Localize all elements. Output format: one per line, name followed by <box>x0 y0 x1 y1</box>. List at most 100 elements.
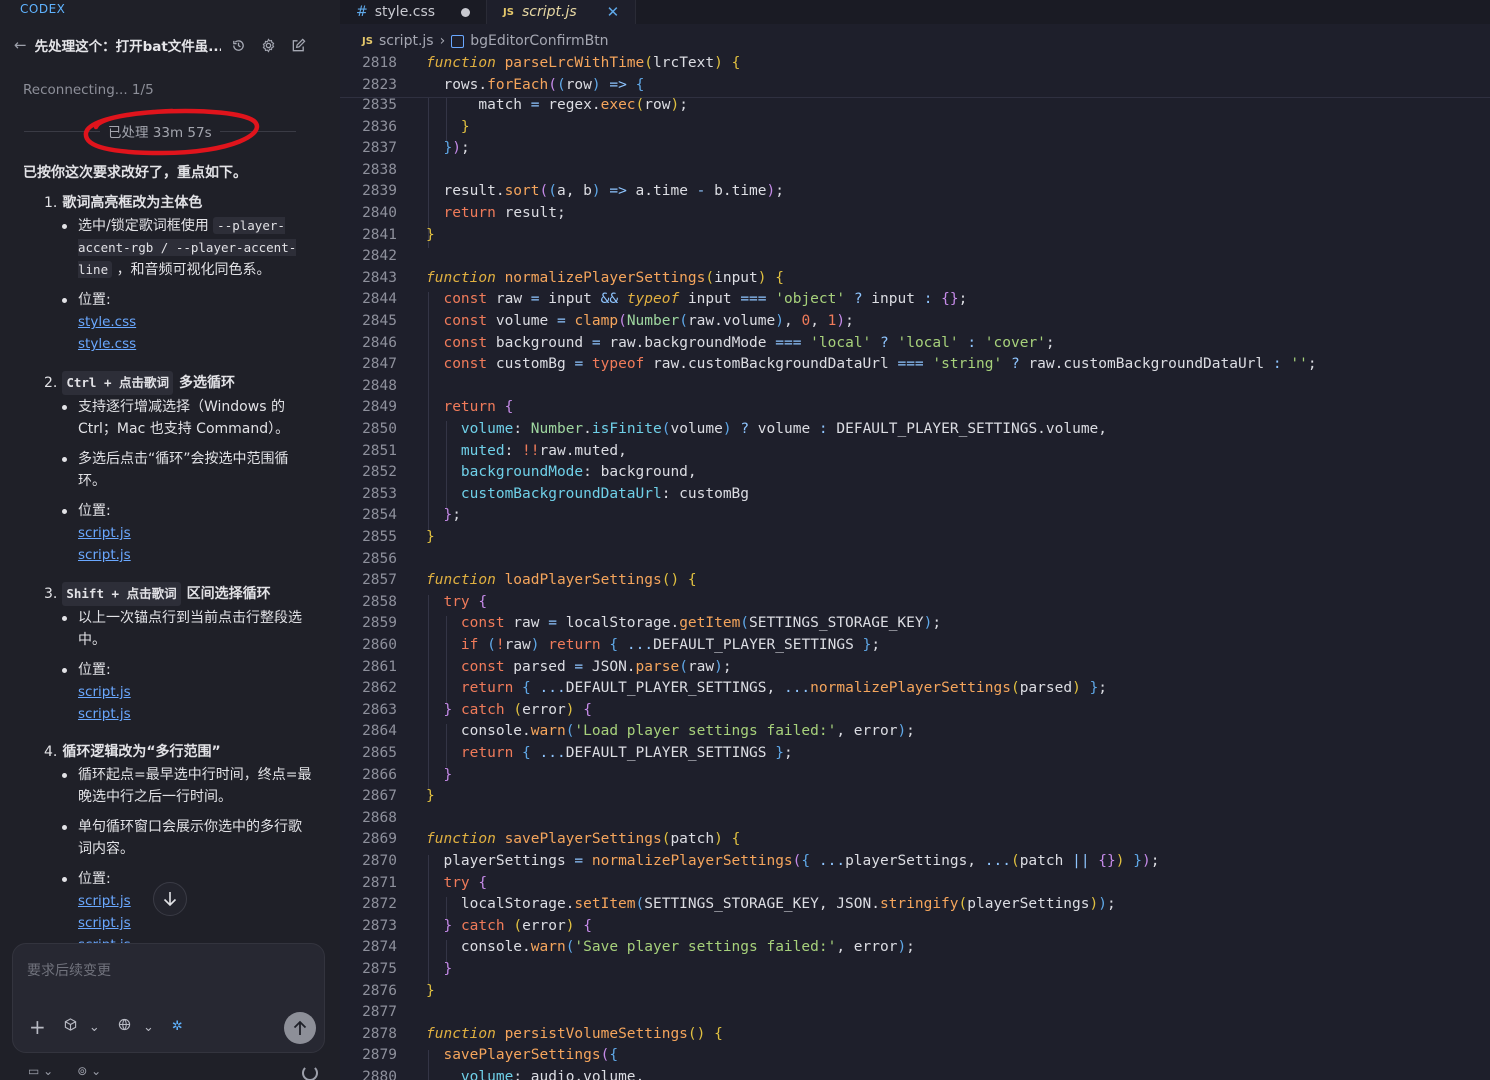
file-link[interactable]: script.js <box>23 703 313 725</box>
code-text[interactable]: } <box>426 225 435 247</box>
line-number: 2856 <box>362 550 397 567</box>
code-text[interactable]: function savePlayerSettings(patch) { <box>426 829 740 851</box>
code-line: 2861 const parsed = JSON.parse(raw); <box>340 657 1490 679</box>
bullet: 选中/锁定歌词框使用 --player-accent-rgb / --playe… <box>23 215 313 281</box>
file-link[interactable]: style.css <box>23 311 313 333</box>
settings-gear-icon[interactable] <box>261 37 277 53</box>
line-number: 2862 <box>362 680 397 697</box>
code-line: 2876} <box>340 981 1490 1003</box>
file-link[interactable]: script.js <box>23 681 313 703</box>
code-text[interactable]: backgroundMode: background, <box>426 462 697 484</box>
code-text[interactable]: } <box>426 786 435 808</box>
model-picker[interactable]: ⌄ <box>64 1018 100 1035</box>
send-button[interactable] <box>284 1012 316 1044</box>
code-text[interactable]: customBackgroundDataUrl: customBg <box>426 484 749 506</box>
history-icon[interactable] <box>231 37 247 53</box>
cube-icon <box>64 1018 76 1031</box>
code-text[interactable]: function parseLrcWithTime(lrcText) { <box>426 53 740 75</box>
code-text[interactable]: return result; <box>426 203 565 225</box>
code-text[interactable]: const raw = input && typeof input === 'o… <box>426 289 967 311</box>
code-text[interactable]: } <box>426 117 470 139</box>
code-text[interactable]: result.sort((a, b) => a.time - b.time); <box>426 181 784 203</box>
code-line: 2846 const background = raw.backgroundMo… <box>340 333 1490 355</box>
code-text[interactable]: function loadPlayerSettings() { <box>426 570 697 592</box>
code-editor: # style.css JS script.js ✕ JS script.js … <box>340 0 1490 1080</box>
line-number: 2849 <box>362 399 397 416</box>
code-text[interactable]: return { ...DEFAULT_PLAYER_SETTINGS, ...… <box>426 678 1107 700</box>
code-text[interactable]: } <box>426 527 435 549</box>
code-text[interactable]: const customBg = typeof raw.customBackgr… <box>426 354 1316 376</box>
file-link[interactable]: script.js <box>23 522 313 544</box>
code-text[interactable]: console.warn('Save player settings faile… <box>426 937 915 959</box>
code-text[interactable]: return { ...DEFAULT_PLAYER_SETTINGS }; <box>426 743 793 765</box>
code-text[interactable]: } catch (error) { <box>426 700 591 722</box>
file-link[interactable]: style.css <box>23 333 313 355</box>
code-text[interactable]: muted: !!raw.muted, <box>426 441 627 463</box>
code-text[interactable]: } <box>426 765 452 787</box>
network-picker[interactable]: ⌄ <box>118 1018 154 1035</box>
file-link[interactable]: script.js <box>23 544 313 566</box>
code-line: 2866 } <box>340 765 1490 787</box>
code-text[interactable]: function persistVolumeSettings() { <box>426 1024 723 1046</box>
code-text[interactable]: volume: Number.isFinite(volume) ? volume… <box>426 419 1107 441</box>
code-text[interactable]: return { <box>426 397 513 419</box>
line-number: 2867 <box>362 788 397 805</box>
code-text[interactable]: const background = raw.backgroundMode ==… <box>426 333 1054 355</box>
line-number: 2818 <box>362 55 397 71</box>
code-line: 2851 muted: !!raw.muted, <box>340 441 1490 463</box>
code-line: 2842 <box>340 246 1490 268</box>
sticky-scroll-header: 2818 function parseLrcWithTime(lrcText) {… <box>340 53 1490 98</box>
line-number: 2840 <box>362 205 397 221</box>
code-text[interactable]: const parsed = JSON.parse(raw); <box>426 657 732 679</box>
code-text[interactable]: if (!raw) return { ...DEFAULT_PLAYER_SET… <box>426 635 880 657</box>
code-line: 2858 try { <box>340 592 1490 614</box>
code-line: 2875 } <box>340 959 1490 981</box>
line-number: 2836 <box>362 118 397 135</box>
code-text[interactable]: playerSettings = normalizePlayerSettings… <box>426 851 1159 873</box>
footer-toolbar: ▭ ⌄ ⊚ ⌄ <box>28 1064 101 1078</box>
code-area[interactable]: 2835 match = regex.exec(row); 2836 } 283… <box>340 0 1490 1080</box>
back-arrow-icon[interactable]: ← <box>14 36 27 54</box>
code-text[interactable]: savePlayerSettings({ <box>426 1045 618 1067</box>
line-number: 2846 <box>362 334 397 351</box>
code-line: 2847 const customBg = typeof raw.customB… <box>340 354 1490 376</box>
laptop-icon[interactable]: ▭ ⌄ <box>28 1064 53 1078</box>
chevron-down-icon: ⌄ <box>142 1020 154 1035</box>
code-text[interactable]: }; <box>426 505 460 527</box>
code-text[interactable]: } catch (error) { <box>426 916 591 938</box>
line-number: 2837 <box>362 140 397 157</box>
sparkle-loading-icon[interactable]: ✲ <box>172 1019 183 1034</box>
code-text[interactable]: } <box>426 981 435 1003</box>
code-text[interactable]: const raw = localStorage.getItem(SETTING… <box>426 613 941 635</box>
code-text[interactable]: match = regex.exec(row); <box>426 95 688 117</box>
line-number: 2860 <box>362 637 397 653</box>
code-text[interactable]: } <box>426 959 452 981</box>
composer-input[interactable]: 要求后续变更 <box>27 960 111 980</box>
code-text[interactable]: volume: audio.volume, <box>426 1067 644 1080</box>
code-text[interactable]: try { <box>426 873 487 895</box>
code-text[interactable]: }); <box>426 138 469 160</box>
code-line: 2867} <box>340 786 1490 808</box>
code-line: 2864 console.warn('Load player settings … <box>340 721 1490 743</box>
bullet: 单句循环窗口会展示你选中的多行歌词内容。 <box>23 816 313 860</box>
code-text[interactable]: function normalizePlayerSettings(input) … <box>426 268 784 290</box>
code-text[interactable]: try { <box>426 592 487 614</box>
code-text[interactable]: const volume = clamp(Number(raw.volume),… <box>426 311 853 333</box>
code-text[interactable]: console.warn('Load player settings faile… <box>426 721 915 743</box>
item-title: 循环逻辑改为“多行范围” <box>62 744 221 760</box>
arrow-down-icon <box>163 892 177 907</box>
list-item-1: 1. 歌词高亮框改为主体色 选中/锁定歌词框使用 --player-accent-… <box>23 192 313 355</box>
code-line: 2839 result.sort((a, b) => a.time - b.ti… <box>340 181 1490 203</box>
branch-icon[interactable]: ⊚ ⌄ <box>77 1064 101 1078</box>
composer: 要求后续变更 + ⌄ ⌄ ✲ <box>12 943 325 1053</box>
line-number: 2866 <box>362 766 397 783</box>
scroll-to-bottom-button[interactable] <box>153 882 187 916</box>
new-chat-edit-icon[interactable] <box>291 37 307 53</box>
code-line: 2850 volume: Number.isFinite(volume) ? v… <box>340 419 1490 441</box>
add-attachment-icon[interactable]: + <box>29 1017 46 1037</box>
code-line: 2845 const volume = clamp(Number(raw.vol… <box>340 311 1490 333</box>
line-number: 2865 <box>362 745 397 761</box>
code-text[interactable]: rows.forEach((row) => { <box>426 75 644 97</box>
line-number: 2864 <box>362 723 397 740</box>
code-text[interactable]: localStorage.setItem(SETTINGS_STORAGE_KE… <box>426 894 1116 916</box>
